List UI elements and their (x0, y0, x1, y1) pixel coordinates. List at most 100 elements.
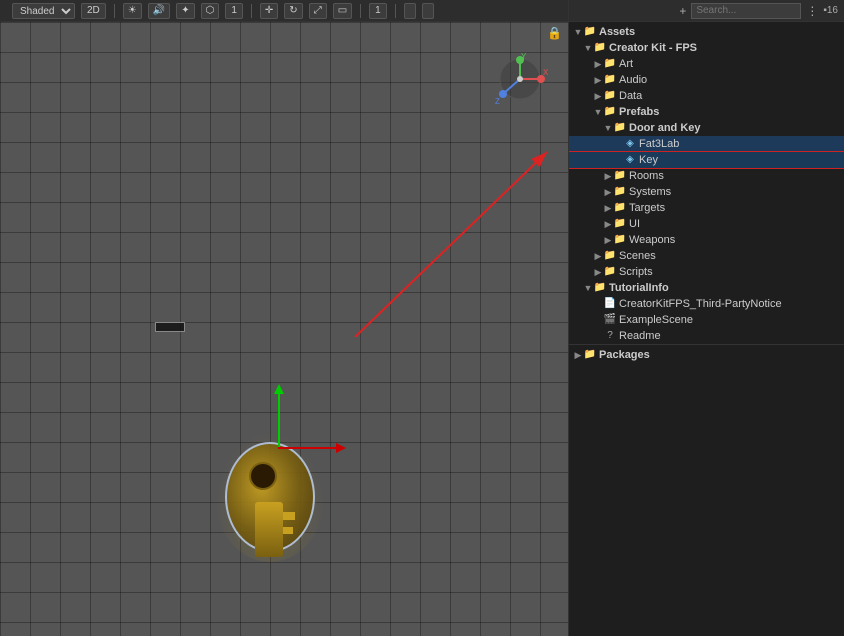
tree-label-data: Data (619, 90, 642, 102)
light-icon-btn[interactable]: ☀ (123, 3, 142, 19)
tree-arrow-targets: ▶ (603, 203, 613, 214)
tree-item-door-and-key[interactable]: ▼ 📁 Door and Key (569, 120, 844, 136)
project-add-button[interactable]: + (677, 4, 688, 18)
tree-arrow-ui: ▶ (603, 219, 613, 230)
tree-label-prefabs: Prefabs (619, 106, 659, 118)
num1-btn[interactable]: 1 (225, 3, 243, 19)
move-icon-btn[interactable]: ✛ (260, 3, 278, 19)
num2-btn[interactable]: 1 (369, 3, 387, 19)
project-search-input[interactable] (691, 3, 801, 19)
tree-item-data[interactable]: ▶ 📁 Data (569, 88, 844, 104)
tree-label-weapons: Weapons (629, 234, 675, 246)
tree-icon-packages: 📁 (583, 348, 597, 362)
svg-text:Z: Z (495, 97, 500, 106)
project-panel: + ⋮ ▪16 ▼ 📁 Assets ▼ 📁 Creator Kit - FPS… (569, 0, 844, 636)
scale-icon-btn[interactable]: ⤢ (309, 3, 327, 19)
svg-text:X: X (543, 68, 548, 77)
tree-item-scripts[interactable]: ▶ 📁 Scripts (569, 264, 844, 280)
tree-arrow-prefabs: ▼ (593, 107, 603, 117)
tree-icon-assets: 📁 (583, 25, 597, 39)
project-header: + ⋮ ▪16 (569, 0, 844, 22)
tree-label-door-and-key: Door and Key (629, 122, 701, 134)
tree-label-systems: Systems (629, 186, 671, 198)
key-tooth1 (283, 512, 295, 520)
project-header-buttons: + ⋮ ▪16 (677, 3, 838, 19)
tree-arrow-data: ▶ (593, 91, 603, 102)
tree-arrow-audio: ▶ (593, 75, 603, 86)
tree-arrow-assets: ▼ (573, 27, 583, 37)
tree-arrow-tutorial-info: ▼ (583, 283, 593, 293)
scene-viewport[interactable]: X Y Z 🔒 (0, 22, 568, 636)
transform-y-arrow[interactable] (278, 392, 280, 447)
project-options-button[interactable]: ⋮ (804, 4, 820, 18)
shading-dropdown[interactable]: Shaded (12, 3, 75, 19)
tree-item-packages[interactable]: ▶ 📁 Packages (569, 344, 844, 363)
tree-label-assets: Assets (599, 26, 635, 38)
rotate-icon-btn[interactable]: ↻ (284, 3, 302, 19)
tree-item-targets[interactable]: ▶ 📁 Targets (569, 200, 844, 216)
tree-icon-example-scene: 🎬 (603, 313, 617, 327)
tree-icon-targets: 📁 (613, 201, 627, 215)
project-count: ▪16 (823, 5, 838, 16)
tree-arrow-weapons: ▶ (603, 235, 613, 246)
tree-icon-prefabs: 📁 (603, 105, 617, 119)
key-name-plate (155, 322, 185, 332)
2d-button[interactable]: 2D (81, 3, 106, 19)
tree-icon-weapons: 📁 (613, 233, 627, 247)
name-plate-box (155, 322, 185, 332)
tree-arrow-systems: ▶ (603, 187, 613, 198)
tree-icon-scenes: 📁 (603, 249, 617, 263)
tree-item-art[interactable]: ▶ 📁 Art (569, 56, 844, 72)
key-shaft (255, 502, 283, 557)
scene-header: Shaded 2D ☀ 🔊 ✦ ⬡ 1 ✛ ↻ ⤢ ▭ 1 (0, 0, 568, 22)
tree-label-audio: Audio (619, 74, 647, 86)
tree-item-rooms[interactable]: ▶ 📁 Rooms (569, 168, 844, 184)
tree-label-art: Art (619, 58, 633, 70)
tree-label-readme: Readme (619, 330, 661, 342)
tree-item-systems[interactable]: ▶ 📁 Systems (569, 184, 844, 200)
tree-item-weapons[interactable]: ▶ 📁 Weapons (569, 232, 844, 248)
tree-arrow-creator-kit: ▼ (583, 43, 593, 53)
separator3 (360, 4, 361, 18)
tree-item-audio[interactable]: ▶ 📁 Audio (569, 72, 844, 88)
tree-item-creator-kit[interactable]: ▼ 📁 Creator Kit - FPS (569, 40, 844, 56)
key-3d-object[interactable] (215, 402, 325, 562)
svg-text:Y: Y (521, 52, 527, 61)
sky-icon-btn[interactable]: ⬡ (201, 3, 220, 19)
tree-icon-fat3lab: ◈ (623, 137, 637, 151)
tree-item-prefabs[interactable]: ▼ 📁 Prefabs (569, 104, 844, 120)
axis-gizmo: X Y Z (493, 52, 548, 107)
tree-icon-rooms: 📁 (613, 169, 627, 183)
transform-x-arrow[interactable] (278, 447, 338, 449)
tree-label-fat3lab: Fat3Lab (639, 138, 679, 150)
tree-label-example-scene: ExampleScene (619, 314, 693, 326)
tree-label-packages: Packages (599, 349, 650, 361)
tree-icon-readme: ? (603, 329, 617, 343)
tree-item-key[interactable]: ◈ Key (569, 152, 844, 168)
tree-item-readme[interactable]: ? Readme (569, 328, 844, 344)
key-tooth2 (283, 527, 293, 534)
lock-icon: 🔒 (547, 26, 562, 40)
project-tree[interactable]: ▼ 📁 Assets ▼ 📁 Creator Kit - FPS ▶ 📁 Art… (569, 22, 844, 636)
all-btn[interactable] (422, 3, 434, 19)
tree-item-fat3lab[interactable]: ◈ Fat3Lab (569, 136, 844, 152)
tree-item-creator-notice[interactable]: 📄 CreatorKitFPS_Third-PartyNotice (569, 296, 844, 312)
fx-icon-btn[interactable]: ✦ (176, 3, 194, 19)
rect-icon-btn[interactable]: ▭ (333, 3, 352, 19)
tree-icon-art: 📁 (603, 57, 617, 71)
tree-label-targets: Targets (629, 202, 665, 214)
tree-item-ui[interactable]: ▶ 📁 UI (569, 216, 844, 232)
tree-label-creator-kit: Creator Kit - FPS (609, 42, 697, 54)
tree-item-tutorial-info[interactable]: ▼ 📁 TutorialInfo (569, 280, 844, 296)
key-hole (249, 462, 277, 490)
tree-item-assets[interactable]: ▼ 📁 Assets (569, 24, 844, 40)
tree-arrow-art: ▶ (593, 59, 603, 70)
separator (114, 4, 115, 18)
tree-icon-creator-kit: 📁 (593, 41, 607, 55)
tree-item-scenes[interactable]: ▶ 📁 Scenes (569, 248, 844, 264)
tree-icon-key: ◈ (623, 153, 637, 167)
sound-icon-btn[interactable]: 🔊 (148, 3, 170, 19)
tree-item-example-scene[interactable]: 🎬 ExampleScene (569, 312, 844, 328)
tree-label-key: Key (639, 154, 658, 166)
gizmos-btn[interactable] (404, 3, 416, 19)
